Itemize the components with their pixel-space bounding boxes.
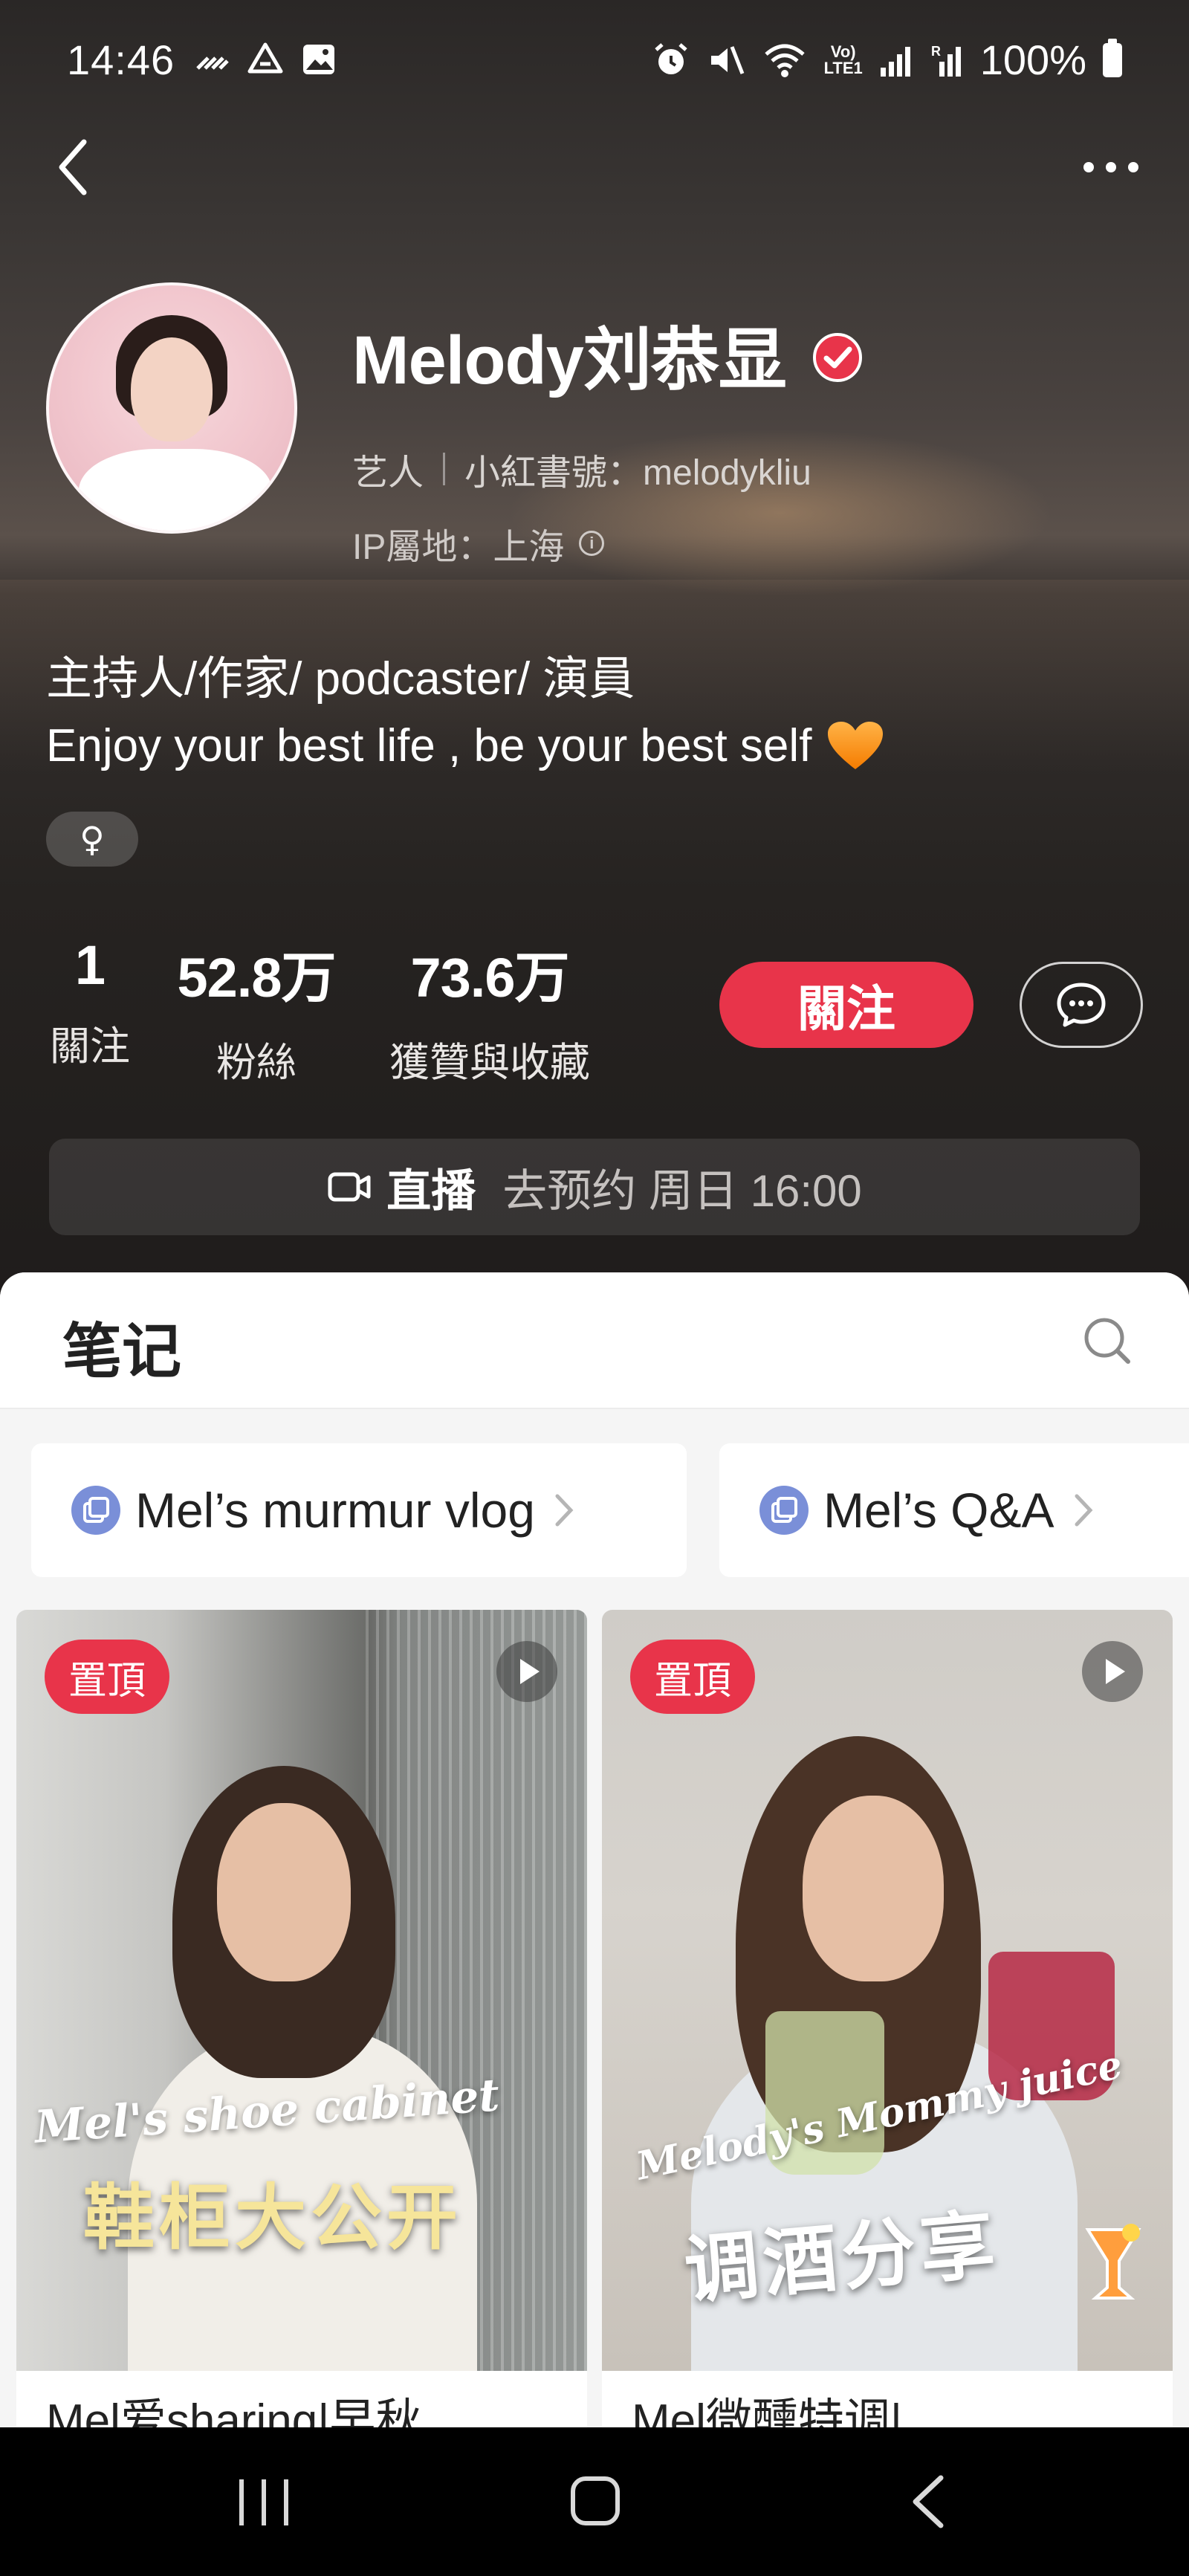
note-cover-image[interactable]: 置頂 Mel's shoe cabinet 鞋柜大公开 <box>16 1610 587 2371</box>
notes-header: 笔记 <box>0 1272 1189 1409</box>
note-cover-image[interactable]: 置頂 Melody's Mommy juice 调酒分享 <box>602 1610 1173 2371</box>
orange-heart-icon <box>828 721 884 769</box>
cocktail-emoji-icon <box>1085 2224 1141 2300</box>
collection-icon <box>759 1486 809 1535</box>
verified-badge-icon <box>813 333 862 382</box>
collection-card[interactable]: Mel’s murmur vlog <box>31 1443 687 1577</box>
notes-sheet: 笔记 Mel’s murmur vlog Mel’s Q&A 置頂 Mel's … <box>0 1272 1189 2427</box>
collections-row: Mel’s murmur vlog Mel’s Q&A <box>0 1443 1189 1577</box>
mute-icon <box>710 45 744 74</box>
chevron-left-icon <box>59 139 87 195</box>
message-button[interactable] <box>1020 962 1143 1048</box>
home-button[interactable] <box>571 2476 620 2525</box>
female-icon: ♀ <box>80 819 105 859</box>
info-icon[interactable]: i <box>579 531 605 556</box>
video-play-icon <box>496 1641 557 1702</box>
collection-card[interactable]: Mel’s Q&A <box>719 1443 1189 1577</box>
profile-meta: 艺人 小紅書號：melodykliu <box>352 443 811 495</box>
gallery-icon <box>303 45 334 74</box>
profile-name: Melody刘恭显 <box>352 323 787 398</box>
status-left-icons <box>193 39 337 80</box>
bio-line-2: Enjoy your best life , be your best self <box>46 719 884 772</box>
more-options-button[interactable] <box>1070 141 1152 193</box>
svg-text:R: R <box>931 44 941 59</box>
status-time: 14:46 <box>67 36 175 83</box>
chevron-right-icon <box>1075 1494 1092 1527</box>
pinned-badge: 置頂 <box>630 1640 755 1714</box>
system-back-icon[interactable] <box>907 2473 951 2530</box>
status-bar: 14:46 Vo) LTE1 R 100% <box>0 0 1189 119</box>
note-title[interactable]: Mel爱sharing|早秋 <box>46 2383 421 2427</box>
data-saver-icon <box>196 56 229 70</box>
rednote-id[interactable]: 小紅書號：melodykliu <box>464 443 811 495</box>
signal-icon <box>880 46 910 77</box>
ip-location-text: IP屬地：上海 <box>352 528 565 567</box>
ip-location: IP屬地：上海 i <box>352 517 605 569</box>
alarm-icon <box>654 42 687 74</box>
notes-feed: 置頂 Mel's shoe cabinet 鞋柜大公开 Mel爱sharing|… <box>0 1610 1189 2427</box>
live-schedule: 去预约 周日 16:00 <box>502 1165 862 1216</box>
avatar[interactable] <box>46 282 297 534</box>
cover-text-zh: 鞋柜大公开 <box>83 2178 462 2258</box>
system-navigation-bar <box>0 2427 1189 2576</box>
collection-label: Mel’s Q&A <box>823 1483 1054 1538</box>
note-card[interactable]: 置頂 Melody's Mommy juice 调酒分享 Mel微醺特调| <box>602 1610 1173 2427</box>
note-card[interactable]: 置頂 Mel's shoe cabinet 鞋柜大公开 Mel爱sharing|… <box>16 1610 587 2427</box>
note-title[interactable]: Mel微醺特调| <box>632 2383 902 2427</box>
gender-badge: ♀ <box>46 812 138 867</box>
signal-roaming-icon: R <box>931 44 961 77</box>
wifi-icon <box>764 44 805 77</box>
battery-percent: 100% <box>979 36 1086 83</box>
role-label: 艺人 <box>352 453 424 493</box>
status-right-icons: Vo) LTE1 R 100% <box>652 36 1122 84</box>
divider <box>443 453 446 485</box>
live-label: 直播 <box>386 1165 476 1216</box>
collection-icon <box>71 1486 120 1535</box>
battery-icon <box>1103 38 1122 77</box>
back-button[interactable] <box>46 134 98 201</box>
more-dots-icon <box>1083 162 1094 172</box>
chat-bubble-icon <box>1057 983 1106 1027</box>
drive-icon <box>247 42 283 74</box>
chevron-right-icon <box>555 1494 574 1527</box>
collection-label: Mel’s murmur vlog <box>135 1483 535 1538</box>
stat-following[interactable]: 1 關注 <box>46 933 134 1088</box>
follow-button[interactable]: 關注 <box>719 962 973 1048</box>
stat-followers[interactable]: 52.8万 粉絲 <box>175 933 337 1088</box>
profile-stats: 1 關注 52.8万 粉絲 73.6万 獲贊與收藏 <box>46 933 597 1088</box>
volte-label: Vo) LTE1 <box>823 42 863 77</box>
stat-likes-and-collects[interactable]: 73.6万 獲贊與收藏 <box>382 933 597 1088</box>
search-icon[interactable] <box>1078 1311 1137 1370</box>
bio-line-1: 主持人/作家/ podcaster/ 演員 <box>46 653 635 705</box>
video-play-icon <box>1082 1641 1143 1702</box>
tab-notes[interactable]: 笔记 <box>62 1304 181 1390</box>
pinned-badge: 置頂 <box>45 1640 169 1714</box>
live-reservation-bar[interactable]: 直播 去预约 周日 16:00 <box>49 1139 1140 1235</box>
live-camera-icon <box>328 1172 371 1202</box>
recent-apps-button[interactable] <box>239 2479 288 2525</box>
